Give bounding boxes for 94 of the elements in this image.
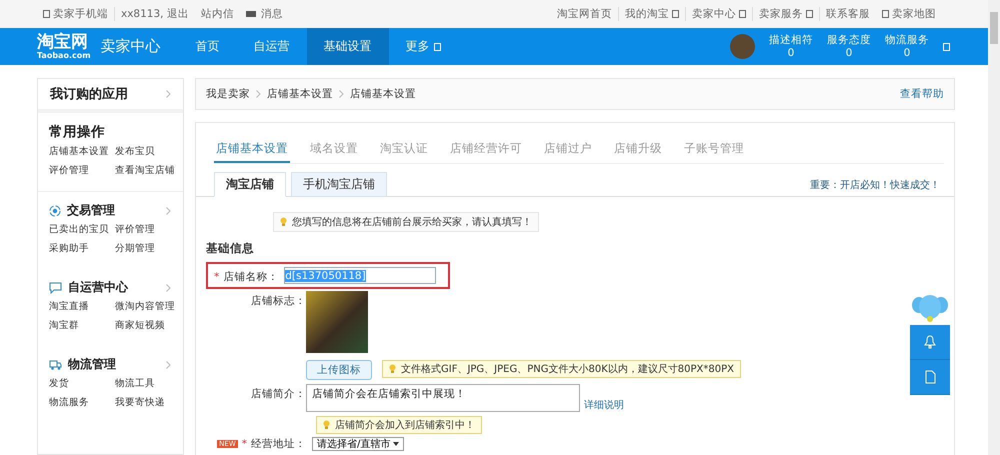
nav-tab[interactable]: 自运营: [236, 28, 307, 65]
top-link[interactable]: xx8113, 退出: [114, 7, 195, 21]
rating-score: 物流服务 0: [885, 32, 929, 60]
chevron-icon: [166, 90, 171, 98]
required-mark: *: [214, 271, 220, 283]
section-title: 物流管理: [68, 356, 116, 373]
lightbulb-icon: [323, 420, 330, 430]
hint-text: 文件格式GIF、JPG、JPEG、PNG文件大小80K以内，建议尺寸80PX*80PX: [401, 362, 734, 376]
sidebar-link[interactable]: 评价管理: [115, 223, 183, 236]
top-link[interactable]: 卖家手机端: [37, 7, 114, 21]
section-title: 交易管理: [67, 202, 115, 219]
top-link[interactable]: 卖家地图: [876, 7, 942, 21]
sub-tab[interactable]: 手机淘宝店铺: [291, 172, 387, 197]
top-link[interactable]: 联系客服: [819, 7, 876, 21]
tab[interactable]: 店铺过户: [542, 139, 594, 163]
field-label: 店铺名称：: [223, 270, 278, 284]
top-link[interactable]: 消息: [240, 7, 289, 21]
top-link[interactable]: 淘宝网首页: [551, 7, 618, 21]
caret-icon: [393, 442, 400, 446]
province-dropdown[interactable]: 请选择省/直辖市: [312, 437, 404, 451]
notification-button[interactable]: [910, 325, 950, 360]
sidebar-link[interactable]: 物流工具: [115, 377, 183, 390]
scrollbar[interactable]: [988, 0, 1000, 455]
lightbulb-icon: [280, 217, 287, 227]
important-link[interactable]: 重要：开店必知！快速成交！: [810, 178, 940, 196]
nav-tab[interactable]: 首页: [178, 28, 237, 65]
sidebar-link[interactable]: 淘宝直播: [49, 300, 115, 313]
sidebar-link[interactable]: 发货: [49, 377, 115, 390]
top-link[interactable]: 我的淘宝: [618, 7, 685, 21]
tab[interactable]: 域名设置: [308, 139, 360, 163]
chevron-icon: [256, 90, 261, 98]
top-link[interactable]: 站内信: [194, 7, 240, 21]
sidebar-link[interactable]: 发布宝贝: [115, 145, 183, 158]
notice-text: 您填写的信息将在店铺前台展示给买家，请认真填写！: [292, 216, 532, 229]
side-button[interactable]: [910, 360, 950, 395]
chevron-icon[interactable]: [166, 284, 171, 292]
field-label: 经营地址：: [251, 437, 306, 451]
document-icon: [924, 370, 936, 384]
lightbulb-icon: [389, 364, 396, 374]
details-link[interactable]: 详细说明: [584, 398, 624, 412]
nav-tab[interactable]: 基础设置: [306, 28, 389, 65]
chevron-icon[interactable]: [166, 360, 171, 368]
breadcrumb-link[interactable]: 我是卖家: [206, 87, 250, 101]
field-label: 店铺简介：: [251, 387, 306, 401]
bell-icon: [924, 335, 936, 349]
chevron-icon: [339, 90, 344, 98]
rating-score: 服务态度 0: [827, 32, 871, 60]
breadcrumb-link[interactable]: 店铺基本设置: [267, 87, 333, 101]
photo-placeholder: [306, 291, 368, 353]
sidebar-link[interactable]: 微淘内容管理: [115, 300, 183, 313]
sidebar-link[interactable]: 商家短视频: [115, 319, 183, 332]
section-title: 常用操作: [49, 123, 105, 141]
header-title: 卖家中心: [100, 37, 161, 56]
chat-icon: [49, 282, 62, 294]
tab[interactable]: 子账号管理: [682, 139, 746, 163]
sub-tab[interactable]: 淘宝店铺: [214, 172, 286, 197]
tab[interactable]: 淘宝认证: [378, 139, 430, 163]
section-heading: 基础信息: [206, 241, 255, 256]
elephant-mascot-icon: [911, 293, 949, 325]
sidebar-link[interactable]: 店铺基本设置: [49, 145, 115, 158]
textarea-field[interactable]: 店铺简介会在店铺索引中展现！: [306, 384, 580, 412]
truck-icon: [49, 358, 62, 370]
breadcrumb-link[interactable]: 店铺基本设置: [350, 87, 416, 101]
sidebar-apps-link[interactable]: 我订购的应用: [38, 79, 183, 113]
target-icon: [49, 204, 61, 216]
sidebar-link[interactable]: 已卖出的宝贝: [49, 223, 115, 236]
help-link[interactable]: 查看帮助: [900, 87, 944, 101]
field-label: 店铺标志：: [251, 294, 306, 308]
tab[interactable]: 店铺升级: [612, 139, 664, 163]
sidebar-link[interactable]: 评价管理: [49, 164, 115, 177]
nav-tab[interactable]: 更多: [388, 28, 458, 65]
sidebar-link[interactable]: 物流服务: [49, 396, 115, 409]
upload-button[interactable]: 上传图标: [306, 360, 372, 380]
top-link[interactable]: 卖家服务: [752, 7, 819, 21]
sidebar-link[interactable]: 采购助手: [49, 242, 115, 255]
hint-text: 店铺简介会加入到店铺索引中！: [335, 418, 475, 432]
sidebar-link[interactable]: 淘宝群: [49, 319, 115, 332]
phone-icon: [43, 10, 50, 18]
rating-score: 描述相符 0: [769, 32, 813, 60]
sidebar-link[interactable]: 查看淘宝店铺: [115, 164, 183, 177]
sidebar-link[interactable]: 分期管理: [115, 242, 183, 255]
chevron-icon[interactable]: [166, 206, 171, 214]
tab[interactable]: 店铺经营许可: [448, 139, 524, 163]
caret-icon: [943, 42, 950, 50]
top-link[interactable]: 卖家中心: [685, 7, 752, 21]
avatar[interactable]: [730, 34, 755, 59]
input-field[interactable]: d[s137050118]: [284, 267, 436, 284]
required-mark: *: [242, 438, 247, 450]
tab[interactable]: 店铺基本设置: [214, 139, 290, 163]
site-logo[interactable]: 淘宝网 Taobao.com: [37, 28, 91, 65]
sidebar-link[interactable]: 我要寄快递: [115, 396, 183, 409]
map-icon: [882, 10, 889, 18]
section-title: 自运营中心: [68, 279, 128, 296]
mail-icon: [246, 11, 256, 17]
